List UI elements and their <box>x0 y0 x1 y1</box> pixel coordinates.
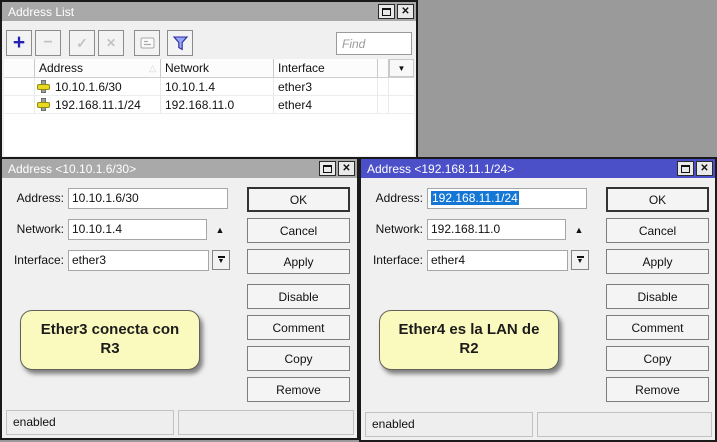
close-button[interactable]: ✕ <box>338 161 355 176</box>
address-field[interactable]: 10.10.1.6/30 <box>68 188 228 209</box>
comment-button[interactable] <box>134 30 160 56</box>
address-dialog-ether3: Address <10.10.1.6/30> ✕ Address: 10.10.… <box>0 157 359 440</box>
cancel-button[interactable]: Cancel <box>606 218 709 243</box>
maximize-icon <box>681 165 690 173</box>
annotation-note: Ether3 conecta con R3 <box>20 310 200 370</box>
header-cell-blank[interactable] <box>4 59 35 77</box>
maximize-button[interactable] <box>378 4 395 19</box>
close-button[interactable]: ✕ <box>696 161 713 176</box>
selected-text: 192.168.11.1/24 <box>431 191 519 205</box>
copy-button[interactable]: Copy <box>247 346 350 371</box>
plus-icon: + <box>13 32 25 53</box>
address-label: Address: <box>2 188 64 209</box>
status-text: enabled <box>365 412 533 437</box>
cell-address: 10.10.1.6/30 <box>55 80 122 94</box>
cell-interface: ether3 <box>274 78 378 95</box>
comment-button[interactable]: Comment <box>247 315 350 340</box>
annotation-note: Ether4 es la LAN de R2 <box>379 310 559 370</box>
header-cell-interface[interactable]: Interface <box>274 59 378 77</box>
network-up-arrow[interactable]: ▲ <box>570 219 588 240</box>
ok-button[interactable]: OK <box>247 187 350 212</box>
sort-asc-icon: △ <box>149 63 156 74</box>
copy-button[interactable]: Copy <box>606 346 709 371</box>
table-header: Address △ Network Interface ▼ <box>4 59 414 78</box>
interface-field[interactable]: ether4 <box>427 250 568 271</box>
ip-address-icon <box>37 98 50 111</box>
dialog-titlebar[interactable]: Address <10.10.1.6/30> ✕ <box>2 159 357 178</box>
table-row[interactable]: 10.10.1.6/30 10.10.1.4 ether3 <box>4 78 414 96</box>
cell-interface: ether4 <box>274 96 378 113</box>
network-field[interactable]: 192.168.11.0 <box>427 219 566 240</box>
maximize-icon <box>382 8 391 16</box>
address-list-window: Address List ✕ + − ✓ ✕ Address △ <box>0 0 418 160</box>
minus-icon: − <box>43 34 52 52</box>
cell-network: 192.168.11.0 <box>161 96 274 113</box>
apply-button[interactable]: Apply <box>247 249 350 274</box>
interface-dropdown-button[interactable]: ▼ <box>571 250 589 270</box>
table-row[interactable]: 192.168.11.1/24 192.168.11.0 ether4 <box>4 96 414 114</box>
ok-button[interactable]: OK <box>606 187 709 212</box>
interface-field[interactable]: ether3 <box>68 250 209 271</box>
column-menu-button[interactable]: ▼ <box>389 59 414 77</box>
find-input[interactable] <box>336 32 412 55</box>
enable-button[interactable]: ✓ <box>69 30 95 56</box>
close-icon: ✕ <box>700 164 708 174</box>
maximize-icon <box>323 165 332 173</box>
network-field[interactable]: 10.10.1.4 <box>68 219 207 240</box>
address-field[interactable]: 192.168.11.1/24 <box>427 188 587 209</box>
header-cell-address[interactable]: Address △ <box>35 59 161 77</box>
address-label: Address: <box>361 188 423 209</box>
address-dialog-ether4: Address <192.168.11.1/24> ✕ Address: 192… <box>359 157 717 442</box>
interface-label: Interface: <box>2 250 64 271</box>
maximize-button[interactable] <box>677 161 694 176</box>
remove-button[interactable]: Remove <box>606 377 709 402</box>
arrow-up-icon: ▲ <box>216 225 225 235</box>
comment-button[interactable]: Comment <box>606 315 709 340</box>
dialog-titlebar[interactable]: Address <192.168.11.1/24> ✕ <box>361 159 715 178</box>
check-icon: ✓ <box>76 35 88 52</box>
interface-dropdown-button[interactable]: ▼ <box>212 250 230 270</box>
ip-address-icon <box>37 80 50 93</box>
window-title: Address <192.168.11.1/24> <box>367 162 675 176</box>
disable-button[interactable]: Disable <box>247 284 350 309</box>
network-up-arrow[interactable]: ▲ <box>211 219 229 240</box>
disable-button[interactable]: Disable <box>606 284 709 309</box>
cell-network: 10.10.1.4 <box>161 78 274 95</box>
network-label: Network: <box>2 219 64 240</box>
header-cell-network[interactable]: Network <box>161 59 274 77</box>
disable-button[interactable]: ✕ <box>98 30 124 56</box>
window-title: Address <10.10.1.6/30> <box>8 162 317 176</box>
cell-address: 192.168.11.1/24 <box>55 98 141 112</box>
remove-button[interactable]: − <box>35 30 61 56</box>
remove-button[interactable]: Remove <box>247 377 350 402</box>
desktop: { "desktop": { "background": "#9a9a9a" }… <box>0 0 717 442</box>
status-text: enabled <box>6 410 174 435</box>
filter-button[interactable] <box>167 30 193 56</box>
header-cell-spacer <box>378 59 389 77</box>
close-icon: ✕ <box>342 164 350 174</box>
combo-down-icon: ▼ <box>577 259 584 265</box>
network-label: Network: <box>361 219 423 240</box>
combo-down-icon: ▼ <box>218 259 225 265</box>
address-table: Address △ Network Interface ▼ 10.10.1.6/… <box>4 59 414 156</box>
interface-label: Interface: <box>361 250 423 271</box>
filter-icon <box>172 35 189 52</box>
close-icon: ✕ <box>401 7 409 17</box>
status-cell-empty <box>537 412 712 437</box>
apply-button[interactable]: Apply <box>606 249 709 274</box>
chevron-down-icon: ▼ <box>398 64 406 73</box>
cross-icon: ✕ <box>106 36 116 50</box>
status-cell-empty <box>178 410 354 435</box>
cancel-button[interactable]: Cancel <box>247 218 350 243</box>
add-button[interactable]: + <box>6 30 32 56</box>
arrow-up-icon: ▲ <box>575 225 584 235</box>
address-list-titlebar[interactable]: Address List ✕ <box>2 2 416 21</box>
close-button[interactable]: ✕ <box>397 4 414 19</box>
window-title: Address List <box>8 5 376 19</box>
comment-icon <box>140 37 155 49</box>
maximize-button[interactable] <box>319 161 336 176</box>
